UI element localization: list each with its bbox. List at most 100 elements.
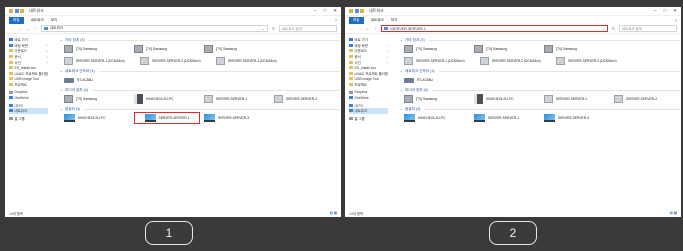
network-item[interactable]: SERVER-SERVER-3 (DCM15xx) (556, 55, 628, 67)
navigation-pane: 바로 가기 바탕 화면 ⊸ 다운로드 ⊸ 문서 ⊸ 사진 ⊸ ES_Install.xox LiNA… (345, 34, 392, 209)
nav-item[interactable]: LiNAC 프로젝트 폴더함 (349, 71, 388, 77)
tab-1[interactable]: 네트워크 (31, 18, 44, 23)
network-item[interactable]: KIMCHEOLSU-PC (64, 112, 130, 124)
item-row: SERVER-SERVER-1 (DCM15xx) SERVER-SERVER-2… (60, 55, 340, 67)
network-item[interactable]: SERVER-SERVER-1 (204, 93, 270, 105)
media-server-icon (204, 95, 214, 103)
network-item[interactable]: SERVER-SERVER-3 (204, 112, 270, 124)
network-item[interactable]: [TV] Samsung (544, 43, 610, 55)
help-icon[interactable]: ? (335, 18, 337, 23)
chevron-down-icon[interactable]: ⌄ (60, 88, 63, 92)
network-item[interactable]: SERVER-SERVER-2 (274, 93, 340, 105)
address-text[interactable]: 네트워크 (50, 26, 63, 31)
chevron-down-icon[interactable]: ⌄ (400, 88, 403, 92)
pin-icon[interactable]: ⊸ (46, 49, 49, 53)
minimize-icon[interactable]: – (654, 8, 657, 14)
folder-icon[interactable] (349, 9, 353, 13)
network-item[interactable]: [TV] Samsung (404, 93, 470, 105)
network-item[interactable]: [TV] Samsung (134, 43, 200, 55)
address-dropdown-icon[interactable]: ⌄ (602, 27, 605, 31)
pin-icon[interactable]: ⊸ (386, 49, 389, 53)
refresh-icon[interactable]: ↻ (611, 26, 616, 31)
chevron-down-icon[interactable]: ⌄ (60, 107, 63, 111)
chevron-down-icon[interactable]: ⌄ (60, 38, 63, 42)
chevron-down-icon[interactable]: ⌄ (400, 107, 403, 111)
network-item[interactable]: SERVER-SERVER-3 (DCM15xx) (216, 55, 288, 67)
network-item[interactable]: RT-AC88U (404, 74, 470, 86)
pin-icon[interactable]: ⊸ (386, 60, 389, 64)
network-item[interactable]: SERVER-SERVER-3 (544, 112, 610, 124)
properties-icon[interactable] (354, 9, 359, 13)
chevron-down-icon[interactable]: ⌄ (400, 69, 403, 73)
refresh-icon[interactable]: ↻ (271, 26, 276, 31)
close-icon[interactable]: ✕ (673, 8, 677, 14)
minimize-icon[interactable]: – (314, 8, 317, 14)
network-item[interactable]: RT-AC88U (64, 74, 130, 86)
network-item-label: RT-AC88U (417, 78, 433, 82)
network-item[interactable]: [TV] Samsung (404, 43, 470, 55)
pin-icon[interactable]: ⊸ (386, 55, 389, 59)
quick-access-toolbar (349, 9, 364, 13)
network-item[interactable]: SERVER-SERVER-2 (DCM15xx) (140, 55, 212, 67)
nav-item[interactable]: 홈 그룹 (9, 116, 48, 122)
up-button[interactable]: ↑ (373, 26, 378, 31)
pin-icon[interactable]: ⊸ (46, 60, 49, 64)
view-toggle-icons[interactable]: ▤ ▦ (670, 211, 677, 215)
network-item[interactable]: KIMCHEOLSU-PC (134, 93, 200, 105)
help-icon[interactable]: ? (675, 18, 677, 23)
forward-button[interactable]: → (357, 26, 362, 31)
step-1-label[interactable]: 1 (145, 221, 193, 245)
view-toggle-icons[interactable]: ▤ ▦ (330, 211, 337, 215)
pin-icon[interactable]: ⊸ (386, 43, 389, 47)
network-item[interactable]: KIMCHEOLSU-PC (404, 112, 470, 124)
up-button[interactable]: ↑ (33, 26, 38, 31)
network-item[interactable]: SERVER-SERVER-1 (134, 112, 201, 124)
network-item-label: SERVER-SERVER-1 (556, 97, 588, 101)
tab-0[interactable]: 파일 (349, 16, 364, 24)
network-item[interactable]: SERVER-SERVER-1 (DCM15xx) (64, 55, 136, 67)
address-bar[interactable]: \\SERVER-SERVER-1 ⌄ (381, 25, 608, 32)
recent-locations-button[interactable]: ⌄ (25, 26, 30, 31)
step-2-label[interactable]: 2 (489, 221, 537, 245)
network-item[interactable]: KIMCHEOLSU-PC (474, 93, 540, 105)
network-item[interactable]: SERVER-SERVER-2 (DCM15xx) (480, 55, 552, 67)
maximize-icon[interactable]: □ (324, 8, 327, 14)
close-icon[interactable]: ✕ (333, 8, 337, 14)
search-input[interactable]: 네트워크 검색 (279, 25, 337, 32)
pin-icon[interactable]: ⊸ (46, 55, 49, 59)
network-item[interactable]: SERVER-SERVER-1 (544, 93, 610, 105)
network-item[interactable]: SERVER-SERVER-2 (614, 93, 680, 105)
pin-icon[interactable]: ⊸ (46, 43, 49, 47)
folder-icon[interactable] (360, 9, 364, 13)
group-divider (438, 70, 681, 72)
network-item[interactable]: [TV] Samsung (204, 43, 270, 55)
network-item[interactable]: SERVER-SERVER-1 (474, 112, 540, 124)
forward-button[interactable]: → (17, 26, 22, 31)
search-input[interactable]: 네트워크 검색 (619, 25, 677, 32)
folder-icon[interactable] (20, 9, 24, 13)
chevron-down-icon[interactable]: ⌄ (400, 38, 403, 42)
network-item[interactable]: [TV] Samsung (474, 43, 540, 55)
properties-icon[interactable] (14, 9, 19, 13)
recent-locations-button[interactable]: ⌄ (365, 26, 370, 31)
network-item[interactable]: [TV] Samsung (64, 43, 130, 55)
address-dropdown-icon[interactable]: ⌄ (262, 27, 265, 31)
maximize-icon[interactable]: □ (664, 8, 667, 14)
tab-2[interactable]: 보기 (51, 18, 58, 23)
chevron-down-icon[interactable]: ⌄ (60, 69, 63, 73)
back-button[interactable]: ← (349, 26, 354, 31)
network-item[interactable]: SERVER-SERVER-1 (DCM15xx) (404, 55, 476, 67)
address-bar[interactable]: 네트워크 ⌄ (41, 25, 268, 32)
nav-item[interactable]: 홈 그룹 (349, 116, 388, 122)
network-item[interactable]: [TV] Samsung (64, 93, 130, 105)
folder-icon (349, 66, 353, 70)
tab-2[interactable]: 보기 (391, 18, 398, 23)
folder-icon (349, 71, 353, 75)
tab-0[interactable]: 파일 (9, 16, 24, 24)
folder-icon[interactable] (9, 9, 13, 13)
tab-1[interactable]: 네트워크 (371, 18, 384, 23)
nav-item-label: 다운로드 (14, 49, 27, 54)
address-text[interactable]: \\SERVER-SERVER-1 (390, 27, 426, 31)
back-button[interactable]: ← (9, 26, 14, 31)
nav-item[interactable]: LiNAC 프로젝트 폴더함 (9, 71, 48, 77)
